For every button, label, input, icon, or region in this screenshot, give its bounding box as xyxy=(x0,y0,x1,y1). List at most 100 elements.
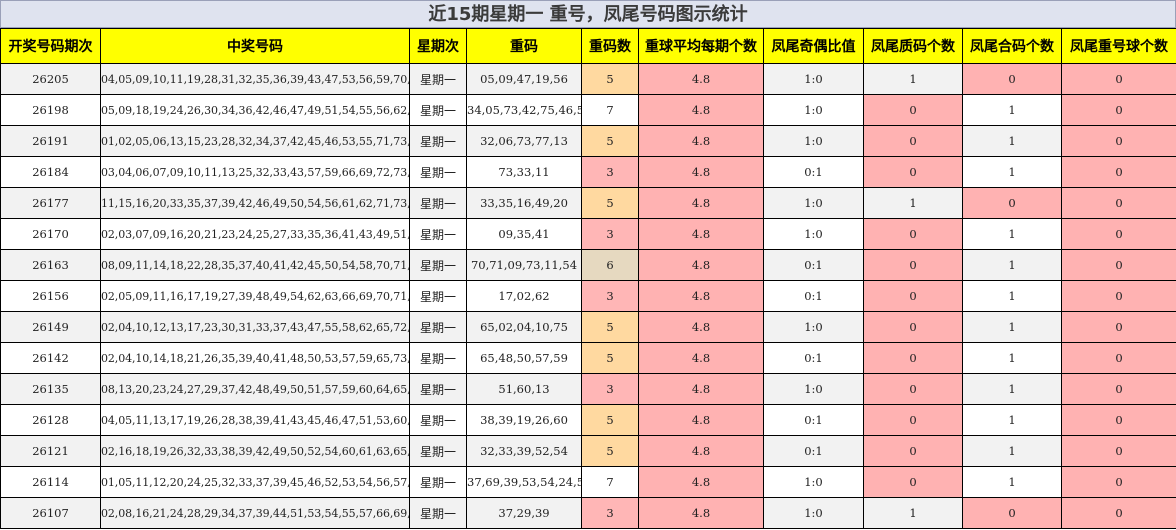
cell-avg: 4.8 xyxy=(638,94,764,126)
cell-repeat: 73,33,11 xyxy=(466,156,582,188)
cell-avg: 4.8 xyxy=(638,249,764,281)
cell-repeat-count: 3 xyxy=(581,497,639,529)
cell-issue: 26205 xyxy=(0,63,101,95)
cell-repeat: 33,35,16,49,20 xyxy=(466,187,582,219)
cell-prime: 0 xyxy=(863,280,963,312)
cell-composite: 1 xyxy=(962,466,1062,498)
cell-repeat-count: 5 xyxy=(581,404,639,436)
cell-week: 星期一 xyxy=(409,94,467,126)
cell-tail-repeat: 0 xyxy=(1061,249,1176,281)
cell-composite: 1 xyxy=(962,342,1062,374)
header-week: 星期次 xyxy=(409,28,467,64)
cell-tail-repeat: 0 xyxy=(1061,218,1176,250)
cell-odd-even: 1:0 xyxy=(763,373,864,405)
cell-issue: 26191 xyxy=(0,125,101,157)
cell-week: 星期一 xyxy=(409,373,467,405)
cell-issue: 26177 xyxy=(0,187,101,219)
cell-issue: 26121 xyxy=(0,435,101,467)
cell-numbers: 05,09,18,19,24,26,30,34,36,42,46,47,49,5… xyxy=(100,94,410,126)
cell-repeat-count: 7 xyxy=(581,94,639,126)
cell-issue: 26156 xyxy=(0,280,101,312)
page-title: 近15期星期一 重号，凤尾号码图示统计 xyxy=(0,0,1176,28)
cell-composite: 1 xyxy=(962,435,1062,467)
cell-repeat: 09,35,41 xyxy=(466,218,582,250)
cell-prime: 0 xyxy=(863,404,963,436)
table-row: 26128 04,05,11,13,17,19,26,28,38,39,41,43… xyxy=(0,404,1176,436)
cell-avg: 4.8 xyxy=(638,218,764,250)
cell-week: 星期一 xyxy=(409,280,467,312)
cell-composite: 0 xyxy=(962,497,1062,529)
cell-composite: 1 xyxy=(962,218,1062,250)
cell-week: 星期一 xyxy=(409,435,467,467)
cell-odd-even: 1:0 xyxy=(763,63,864,95)
cell-week: 星期一 xyxy=(409,156,467,188)
cell-issue: 26107 xyxy=(0,497,101,529)
cell-avg: 4.8 xyxy=(638,280,764,312)
cell-prime: 0 xyxy=(863,311,963,343)
cell-tail-repeat: 0 xyxy=(1061,435,1176,467)
header-repeat: 重码 xyxy=(466,28,582,64)
cell-avg: 4.8 xyxy=(638,125,764,157)
cell-repeat: 51,60,13 xyxy=(466,373,582,405)
cell-numbers: 03,04,06,07,09,10,11,13,25,32,33,43,57,5… xyxy=(100,156,410,188)
cell-numbers: 01,05,11,12,20,24,25,32,33,37,39,45,46,5… xyxy=(100,466,410,498)
header-repeat-count: 重码数 xyxy=(581,28,639,64)
header-odd-even: 凤尾奇偶比值 xyxy=(763,28,864,64)
cell-prime: 0 xyxy=(863,466,963,498)
table-body: 26205 04,05,09,10,11,19,28,31,32,35,36,39… xyxy=(0,63,1176,529)
table-row: 26191 01,02,05,06,13,15,23,28,32,34,37,42… xyxy=(0,125,1176,157)
cell-composite: 1 xyxy=(962,249,1062,281)
cell-odd-even: 0:1 xyxy=(763,280,864,312)
table-row: 26114 01,05,11,12,20,24,25,32,33,37,39,45… xyxy=(0,466,1176,498)
cell-repeat-count: 5 xyxy=(581,187,639,219)
cell-issue: 26142 xyxy=(0,342,101,374)
cell-composite: 1 xyxy=(962,125,1062,157)
cell-tail-repeat: 0 xyxy=(1061,373,1176,405)
cell-repeat-count: 5 xyxy=(581,435,639,467)
cell-avg: 4.8 xyxy=(638,404,764,436)
cell-numbers: 11,15,16,20,33,35,37,39,42,46,49,50,54,5… xyxy=(100,187,410,219)
cell-week: 星期一 xyxy=(409,466,467,498)
cell-issue: 26198 xyxy=(0,94,101,126)
cell-prime: 0 xyxy=(863,249,963,281)
table-header-row: 开奖号码期次 中奖号码 星期次 重码 重码数 重球平均每期个数 凤尾奇偶比值 凤… xyxy=(0,28,1176,64)
cell-odd-even: 1:0 xyxy=(763,218,864,250)
cell-composite: 0 xyxy=(962,187,1062,219)
table-row: 26205 04,05,09,10,11,19,28,31,32,35,36,39… xyxy=(0,63,1176,95)
cell-repeat-count: 3 xyxy=(581,280,639,312)
cell-tail-repeat: 0 xyxy=(1061,63,1176,95)
cell-numbers: 04,05,09,10,11,19,28,31,32,35,36,39,43,4… xyxy=(100,63,410,95)
cell-avg: 4.8 xyxy=(638,156,764,188)
cell-prime: 0 xyxy=(863,156,963,188)
cell-tail-repeat: 0 xyxy=(1061,156,1176,188)
cell-week: 星期一 xyxy=(409,63,467,95)
cell-odd-even: 0:1 xyxy=(763,404,864,436)
cell-repeat-count: 5 xyxy=(581,311,639,343)
cell-composite: 1 xyxy=(962,94,1062,126)
cell-issue: 26163 xyxy=(0,249,101,281)
cell-repeat: 17,02,62 xyxy=(466,280,582,312)
cell-repeat: 37,29,39 xyxy=(466,497,582,529)
cell-repeat-count: 5 xyxy=(581,125,639,157)
cell-issue: 26149 xyxy=(0,311,101,343)
cell-week: 星期一 xyxy=(409,125,467,157)
cell-prime: 1 xyxy=(863,497,963,529)
cell-week: 星期一 xyxy=(409,497,467,529)
cell-repeat: 65,02,04,10,75 xyxy=(466,311,582,343)
cell-issue: 26114 xyxy=(0,466,101,498)
cell-avg: 4.8 xyxy=(638,435,764,467)
table-row: 26198 05,09,18,19,24,26,30,34,36,42,46,47… xyxy=(0,94,1176,126)
cell-composite: 1 xyxy=(962,404,1062,436)
cell-avg: 4.8 xyxy=(638,63,764,95)
table-row: 26121 02,16,18,19,26,32,33,38,39,42,49,50… xyxy=(0,435,1176,467)
cell-avg: 4.8 xyxy=(638,342,764,374)
cell-odd-even: 0:1 xyxy=(763,156,864,188)
header-numbers: 中奖号码 xyxy=(100,28,410,64)
cell-numbers: 01,02,05,06,13,15,23,28,32,34,37,42,45,4… xyxy=(100,125,410,157)
cell-odd-even: 1:0 xyxy=(763,125,864,157)
cell-repeat: 37,69,39,53,54,24,57 xyxy=(466,466,582,498)
cell-prime: 1 xyxy=(863,63,963,95)
cell-odd-even: 0:1 xyxy=(763,342,864,374)
cell-repeat: 70,71,09,73,11,54 xyxy=(466,249,582,281)
cell-odd-even: 1:0 xyxy=(763,466,864,498)
